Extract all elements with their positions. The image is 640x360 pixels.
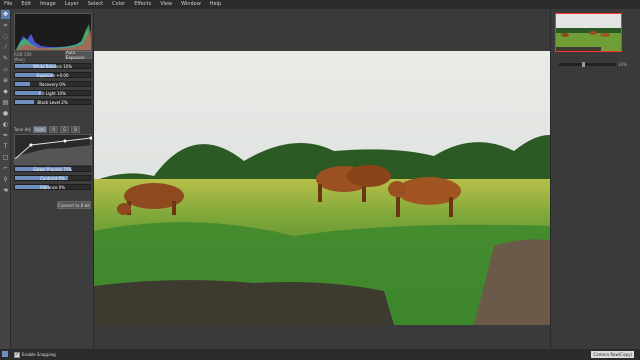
- curve-point[interactable]: [29, 143, 33, 147]
- histogram: [14, 13, 92, 51]
- lasso-icon[interactable]: ◌: [1, 32, 10, 41]
- eraser-icon[interactable]: ▱: [1, 65, 10, 74]
- menu-layer[interactable]: Layer: [65, 0, 79, 9]
- shape-icon[interactable]: □: [1, 153, 10, 162]
- menu-select[interactable]: Select: [88, 0, 103, 9]
- menu-image[interactable]: Image: [40, 0, 56, 9]
- vibrance-slider[interactable]: Vibrance 0%: [14, 184, 91, 190]
- menu-effects[interactable]: Effects: [134, 0, 151, 9]
- slider-label: Contrast 0%: [40, 176, 65, 181]
- navigator-panel: 33%: [550, 9, 640, 349]
- camera-raw-panel: RGB 100 Mean Std Dev Auto Exposure White…: [11, 9, 94, 349]
- menu-file[interactable]: File: [4, 0, 12, 9]
- slider-label: Exposure +0.00: [36, 73, 69, 78]
- image-canvas[interactable]: [94, 9, 556, 349]
- menu-edit[interactable]: Edit: [21, 0, 31, 9]
- curve-point[interactable]: [63, 139, 67, 143]
- move-icon[interactable]: ✥: [1, 10, 10, 19]
- slider-label: Black Level 2%: [37, 100, 68, 105]
- photo-cows-field[interactable]: [94, 51, 556, 325]
- tone-curve[interactable]: [14, 134, 93, 165]
- tone-mode-lum[interactable]: Lum: [32, 125, 48, 133]
- blur-icon[interactable]: ●: [1, 109, 10, 118]
- menu-bar: File Edit Image Layer Select Color Effec…: [0, 0, 640, 9]
- clone-icon[interactable]: ⊕: [1, 76, 10, 85]
- menu-help[interactable]: Help: [210, 0, 221, 9]
- slider-label: Fill Light 10%: [39, 91, 66, 96]
- exposure-slider[interactable]: Exposure +0.00: [14, 72, 91, 78]
- fill-light-slider[interactable]: Fill Light 10%: [14, 90, 91, 96]
- convert-8bit-button[interactable]: Convert to 8 bit: [57, 201, 91, 209]
- crop-icon[interactable]: ⌗: [1, 21, 10, 30]
- zoom-icon[interactable]: ⚲: [1, 175, 10, 184]
- recovery-slider[interactable]: Recovery 0%: [14, 81, 91, 87]
- brush-icon[interactable]: ✎: [1, 54, 10, 63]
- tone-mode-r[interactable]: R: [49, 125, 59, 133]
- hand-icon[interactable]: ☚: [1, 186, 10, 195]
- tone-label: Tone Adj: [14, 126, 31, 132]
- black-level-slider[interactable]: Black Level 2%: [14, 99, 91, 105]
- slider-label: Global Process 75%: [32, 167, 73, 172]
- dodge-icon[interactable]: ◐: [1, 120, 10, 129]
- gradient-icon[interactable]: ▤: [1, 98, 10, 107]
- auto-exposure-button[interactable]: Auto Exposure: [65, 50, 92, 60]
- wand-icon[interactable]: ⁄: [1, 43, 10, 52]
- zoom-slider-thumb[interactable]: [581, 62, 585, 67]
- status-bar: ✓ Enable Snapping Camera Raw(Copy): [0, 349, 640, 360]
- curve-point[interactable]: [89, 136, 93, 140]
- tool-palette: ✥ ⌗ ◌ ⁄ ✎ ▱ ⊕ ◆ ▤ ● ◐ ✒ T □ ⌐ ⚲ ☚: [0, 9, 11, 349]
- zoom-slider[interactable]: [559, 62, 617, 67]
- zoom-label: 33%: [618, 62, 627, 67]
- slider-label: Vibrance 0%: [39, 185, 66, 190]
- contrast-slider[interactable]: Contrast 0%: [14, 175, 91, 181]
- tone-mode-g[interactable]: G: [60, 125, 70, 133]
- status-indicator: [2, 351, 8, 357]
- snapping-checkbox[interactable]: ✓: [14, 351, 20, 358]
- eyedropper-icon[interactable]: ⌐: [1, 164, 10, 173]
- white-balance-slider[interactable]: White Balance 10%: [14, 63, 91, 69]
- slider-label: Recovery 0%: [39, 82, 66, 87]
- menu-color[interactable]: Color: [112, 0, 125, 9]
- menu-view[interactable]: View: [160, 0, 172, 9]
- layer-selector[interactable]: Camera Raw(Copy): [591, 351, 634, 358]
- global-process-slider[interactable]: Global Process 75%: [14, 166, 91, 172]
- zoom-row: 33%: [559, 62, 627, 67]
- snapping-label: Enable Snapping: [22, 352, 56, 357]
- tone-mode-row: Tone Adj Lum R G B: [14, 125, 94, 133]
- pen-icon[interactable]: ✒: [1, 131, 10, 140]
- slider-label: White Balance 10%: [32, 64, 73, 69]
- menu-window[interactable]: Window: [181, 0, 201, 9]
- tone-mode-b[interactable]: B: [71, 125, 81, 133]
- navigator-thumbnail[interactable]: [555, 13, 622, 52]
- text-icon[interactable]: T: [1, 142, 10, 151]
- fill-icon[interactable]: ◆: [1, 87, 10, 96]
